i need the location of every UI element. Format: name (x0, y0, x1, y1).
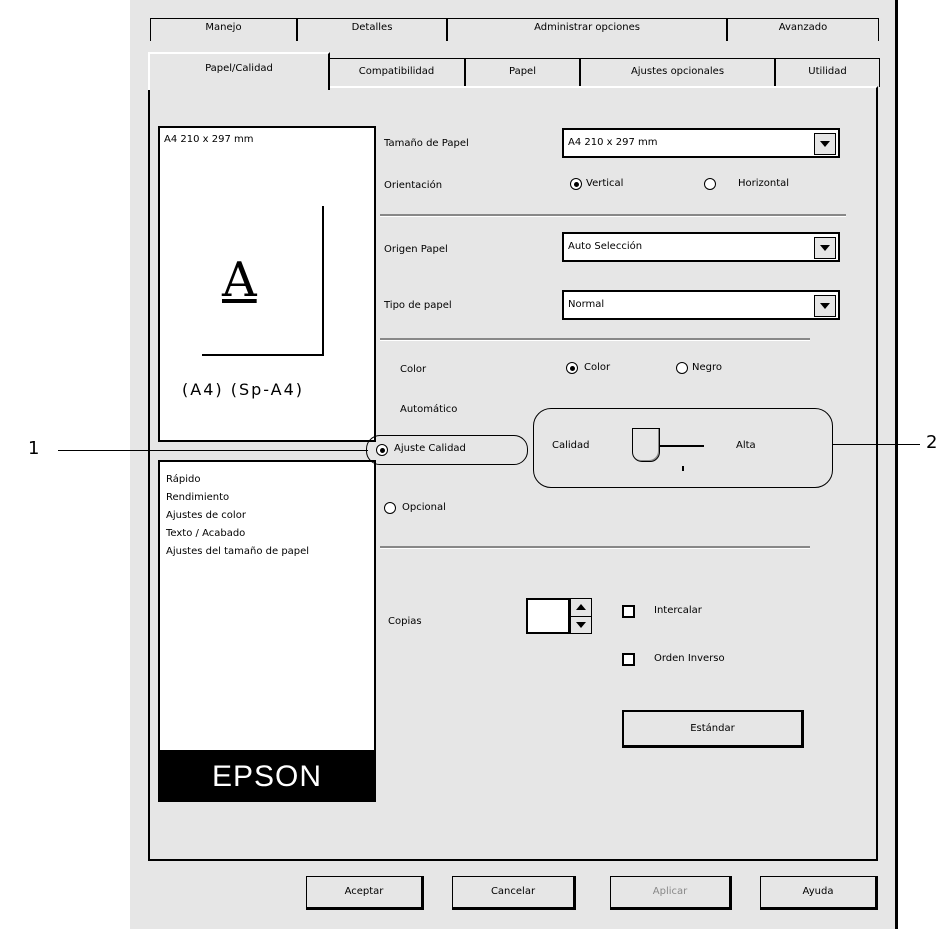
reverse-order-label: Orden Inverso (654, 653, 725, 664)
divider (380, 214, 846, 217)
tab-label: Utilidad (808, 66, 847, 77)
help-button[interactable]: Ayuda (760, 876, 878, 910)
orientation-horizontal-radio[interactable] (704, 178, 716, 190)
tab-label: Papel (509, 66, 536, 77)
auto-quality-radio[interactable] (376, 444, 388, 456)
list-item: Ajustes del tamaño de papel (166, 546, 310, 557)
cancel-label: Cancelar (490, 886, 536, 897)
auto-label: Automático (400, 404, 458, 415)
callout-number-1: 1 (28, 438, 40, 459)
quality-slider-label: Calidad (552, 440, 590, 451)
custom-option-label: Opcional (402, 502, 446, 513)
auto-quality-label: Ajuste Calidad (394, 443, 466, 454)
sample-glyph: A (222, 252, 257, 308)
apply-label: Aplicar (652, 886, 688, 897)
spin-down-icon[interactable] (576, 622, 586, 628)
tab-compatibilidad[interactable]: Compatibilidad (328, 58, 465, 87)
color-label: Color (400, 364, 427, 375)
tab-label: Compatibilidad (358, 66, 435, 77)
spinner-divider (571, 616, 591, 617)
tab-label: Papel/Calidad (205, 63, 273, 74)
tab-label: Ajustes opcionales (630, 66, 725, 77)
chevron-down-icon[interactable] (814, 295, 836, 317)
preview-paper-size: A4 210 x 297 mm (164, 134, 254, 145)
tab-label: Manejo (205, 22, 242, 33)
tab-label: Administrar opciones (534, 22, 640, 33)
paper-size-select[interactable]: A4 210 x 297 mm (562, 128, 840, 158)
restore-defaults-label: Estándar (690, 723, 735, 734)
list-item: Rápido (166, 474, 201, 485)
chevron-down-icon[interactable] (814, 133, 836, 155)
list-item: Rendimiento (166, 492, 230, 503)
cancel-button[interactable]: Cancelar (452, 876, 576, 910)
ok-button[interactable]: Aceptar (306, 876, 424, 910)
apply-button[interactable]: Aplicar (610, 876, 732, 910)
paper-type-select[interactable]: Normal (562, 290, 840, 320)
chevron-down-icon[interactable] (814, 237, 836, 259)
callout-line-1 (58, 450, 368, 451)
list-item: Ajustes de color (166, 510, 246, 521)
paper-source-value: Auto Selección (568, 241, 643, 252)
help-label: Ayuda (802, 886, 834, 897)
paper-source-label: Origen Papel (384, 244, 448, 255)
paper-type-label: Tipo de papel (384, 300, 452, 311)
callout-number-2: 2 (926, 432, 938, 453)
slider-tick (682, 466, 684, 471)
epson-logo: EPSON (158, 752, 376, 802)
tab-avanzado[interactable]: Avanzado (727, 18, 879, 41)
page-outline (202, 206, 324, 356)
copies-label: Copias (388, 616, 422, 627)
collate-label: Intercalar (654, 605, 702, 616)
tab-papel-calidad[interactable]: Papel/Calidad (148, 52, 330, 90)
restore-defaults-button[interactable]: Estándar (622, 710, 804, 748)
custom-radio[interactable] (384, 502, 396, 514)
tab-label: Detalles (351, 22, 393, 33)
paper-source-select[interactable]: Auto Selección (562, 232, 840, 262)
orientation-horizontal-label: Horizontal (738, 178, 790, 189)
color-option-label: Color (584, 362, 611, 373)
preview-caption: (A4) (Sp-A4) (182, 380, 305, 399)
black-option-label: Negro (692, 362, 722, 373)
paper-preview: A4 210 x 297 mm A (A4) (Sp-A4) (158, 126, 376, 442)
callout-line-2 (832, 444, 920, 445)
tab-label: Avanzado (778, 22, 828, 33)
settings-summary-list[interactable]: Rápido Rendimiento Ajustes de color Text… (158, 460, 376, 752)
tab-papel[interactable]: Papel (465, 58, 580, 87)
spin-up-icon[interactable] (576, 604, 586, 610)
tab-detalles[interactable]: Detalles (297, 18, 447, 41)
tab-utilidad[interactable]: Utilidad (775, 58, 880, 87)
paper-size-value: A4 210 x 297 mm (568, 137, 658, 148)
orientation-vertical-radio[interactable] (570, 178, 582, 190)
reverse-order-checkbox[interactable] (622, 653, 635, 666)
paper-size-label: Tamaño de Papel (384, 138, 469, 149)
tab-administrar[interactable]: Administrar opciones (447, 18, 727, 41)
orientation-vertical-label: Vertical (586, 178, 624, 189)
divider (380, 338, 810, 341)
black-radio[interactable] (676, 362, 688, 374)
copies-input[interactable] (526, 598, 570, 634)
ok-label: Aceptar (344, 886, 384, 897)
orientation-label: Orientación (384, 180, 443, 191)
tab-ajustes-opcionales[interactable]: Ajustes opcionales (580, 58, 775, 87)
tab-manejo[interactable]: Manejo (150, 18, 297, 41)
paper-type-value: Normal (568, 299, 605, 310)
slider-max-label: Alta (736, 440, 756, 451)
color-radio[interactable] (566, 362, 578, 374)
list-item: Texto / Acabado (166, 528, 246, 539)
copies-spinner[interactable] (570, 598, 592, 634)
quality-slider-thumb[interactable] (632, 428, 660, 462)
collate-checkbox[interactable] (622, 605, 635, 618)
divider (380, 546, 810, 549)
